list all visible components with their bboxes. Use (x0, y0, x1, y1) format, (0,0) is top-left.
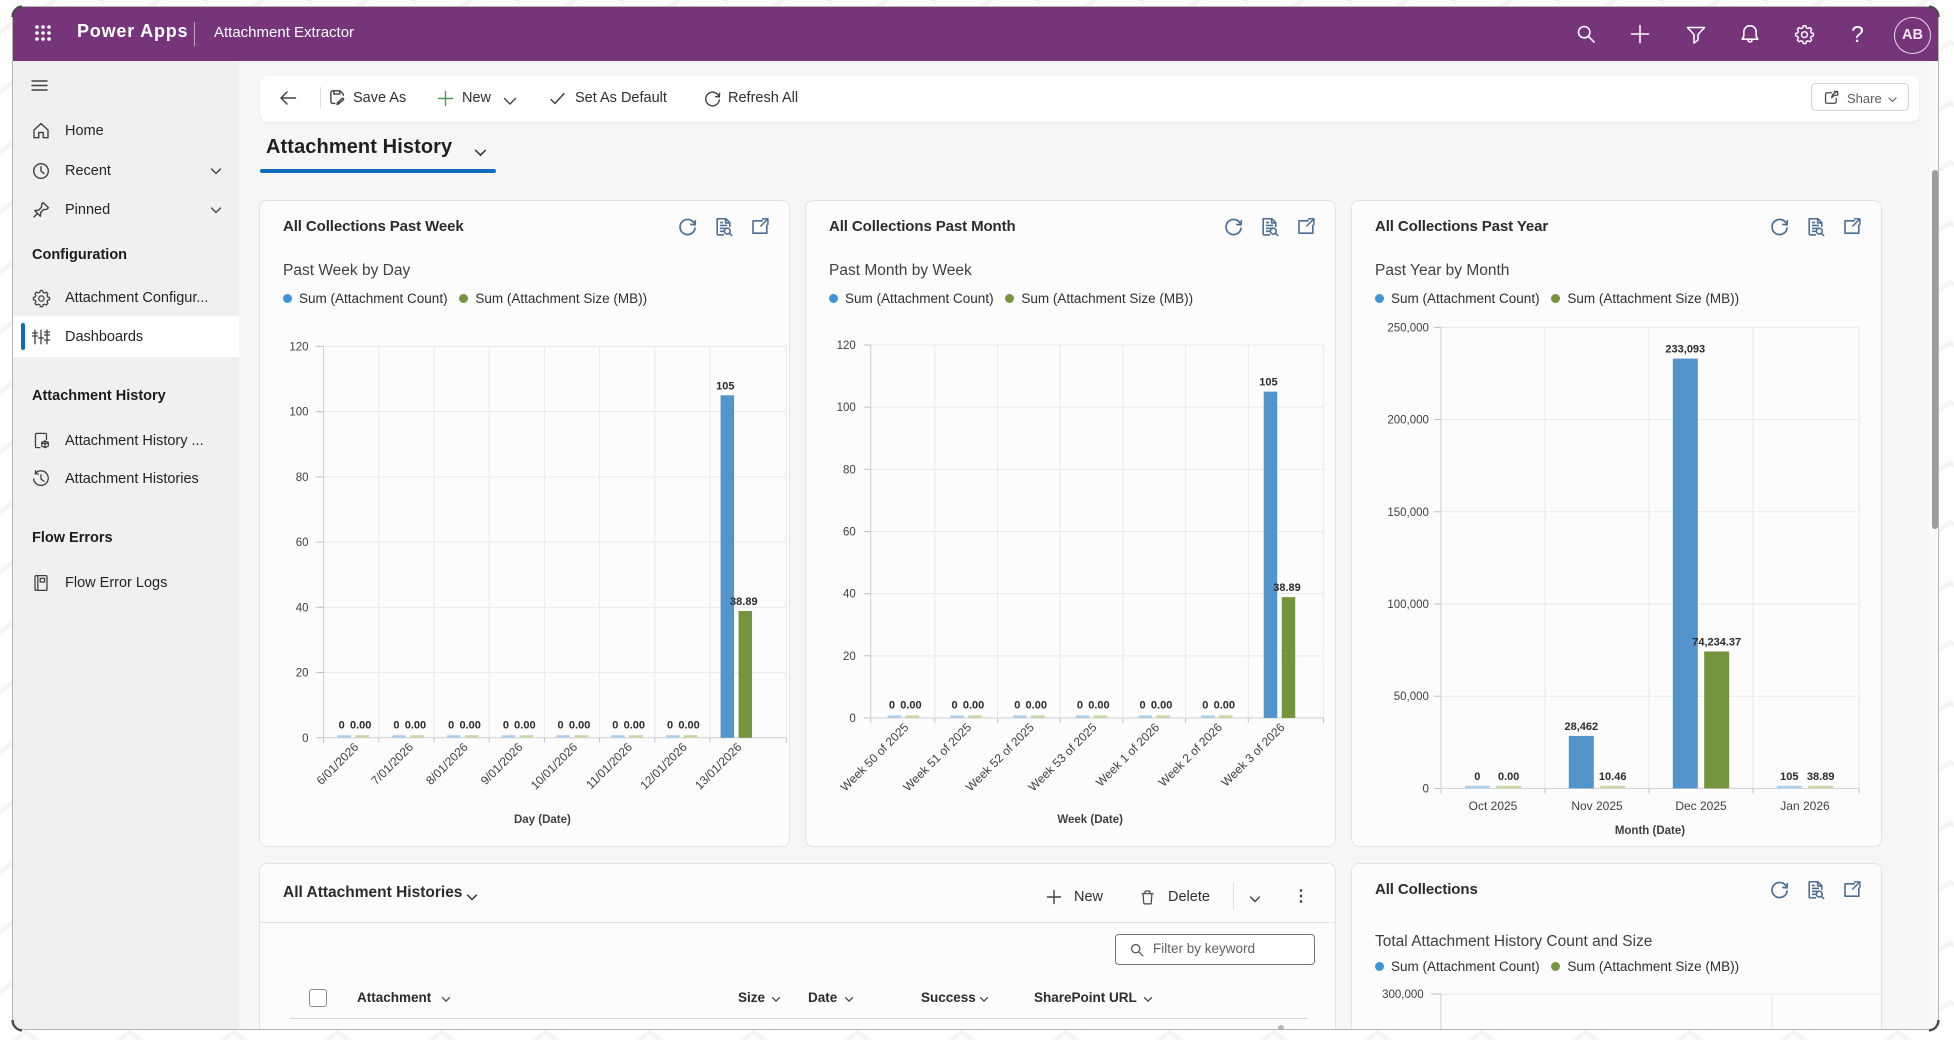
svg-text:0: 0 (1014, 700, 1020, 712)
svg-text:12/01/2026: 12/01/2026 (637, 740, 690, 793)
svg-text:0.00: 0.00 (1026, 700, 1047, 712)
svg-text:Day (Date): Day (Date) (514, 814, 571, 826)
svg-text:8/01/2026: 8/01/2026 (423, 740, 471, 788)
svg-text:40: 40 (296, 602, 309, 614)
svg-text:80: 80 (843, 464, 856, 476)
svg-text:200,000: 200,000 (1387, 415, 1429, 427)
svg-text:Week 53 of 2025: Week 53 of 2025 (1026, 720, 1100, 794)
svg-text:11/01/2026: 11/01/2026 (583, 740, 635, 792)
svg-text:20: 20 (843, 651, 856, 663)
svg-text:0.00: 0.00 (1151, 700, 1172, 712)
svg-text:0.00: 0.00 (514, 719, 535, 731)
svg-text:0.00: 0.00 (350, 719, 371, 731)
svg-text:Week (Date): Week (Date) (1057, 814, 1123, 826)
svg-text:Month (Date): Month (Date) (1615, 825, 1685, 837)
svg-text:40: 40 (843, 589, 856, 601)
svg-text:0: 0 (558, 719, 564, 731)
svg-text:0: 0 (889, 700, 895, 712)
svg-text:0.00: 0.00 (624, 719, 645, 731)
svg-text:Nov 2025: Nov 2025 (1571, 799, 1623, 813)
svg-text:38.89: 38.89 (730, 596, 758, 608)
svg-text:Jan 2026: Jan 2026 (1780, 799, 1830, 813)
svg-text:300,000: 300,000 (1382, 989, 1424, 1001)
svg-text:0: 0 (1474, 771, 1480, 783)
svg-text:0.00: 0.00 (569, 719, 590, 731)
svg-text:9/01/2026: 9/01/2026 (478, 740, 526, 788)
svg-text:T: T (1934, 1036, 1948, 1040)
svg-text:Week 2 of 2026: Week 2 of 2026 (1156, 720, 1225, 789)
svg-text:105: 105 (1259, 377, 1277, 389)
svg-text:0.00: 0.00 (1088, 700, 1109, 712)
svg-text:0: 0 (849, 713, 855, 725)
svg-text:Dec 2025: Dec 2025 (1675, 799, 1727, 813)
svg-text:38.89: 38.89 (1273, 582, 1301, 594)
svg-text:105: 105 (716, 380, 734, 392)
svg-text:0.00: 0.00 (405, 719, 426, 731)
svg-text:6/01/2026: 6/01/2026 (314, 740, 362, 788)
svg-text:Oct 2025: Oct 2025 (1469, 799, 1518, 813)
svg-text:233,093: 233,093 (1665, 344, 1705, 356)
svg-text:60: 60 (843, 526, 856, 538)
svg-text:0.00: 0.00 (678, 719, 699, 731)
svg-text:0.00: 0.00 (1214, 700, 1235, 712)
svg-text:0: 0 (1140, 700, 1146, 712)
svg-text:0: 0 (952, 700, 958, 712)
svg-text:0.00: 0.00 (900, 700, 921, 712)
svg-text:0: 0 (448, 719, 454, 731)
svg-text:10.46: 10.46 (1599, 771, 1627, 783)
svg-text:New Record: New Record (1757, 1036, 1884, 1040)
svg-text:120: 120 (289, 341, 308, 353)
svg-text:80: 80 (296, 472, 309, 484)
svg-text:13/01/2026: 13/01/2026 (692, 740, 745, 793)
svg-text:0: 0 (612, 719, 618, 731)
svg-text:120: 120 (837, 340, 856, 352)
svg-text:28,462: 28,462 (1564, 721, 1598, 733)
svg-text:150,000: 150,000 (1387, 507, 1429, 519)
svg-text:105: 105 (1780, 771, 1798, 783)
svg-text:60: 60 (296, 537, 309, 549)
svg-text:0: 0 (339, 719, 345, 731)
svg-text:50,000: 50,000 (1394, 691, 1429, 703)
svg-text:0: 0 (667, 719, 673, 731)
svg-text:100: 100 (289, 407, 308, 419)
svg-text:0: 0 (1422, 783, 1428, 795)
svg-text:0: 0 (1202, 700, 1208, 712)
svg-text:20: 20 (296, 668, 309, 680)
svg-text:100,000: 100,000 (1387, 599, 1429, 611)
svg-text:10/01/2026: 10/01/2026 (528, 740, 581, 793)
svg-text:0: 0 (393, 719, 399, 731)
svg-text:Week 1 of 2026: Week 1 of 2026 (1093, 720, 1162, 789)
svg-text:100: 100 (837, 402, 856, 414)
svg-text:7/01/2026: 7/01/2026 (368, 740, 416, 788)
svg-text:0.00: 0.00 (1498, 771, 1519, 783)
svg-text:74,234.37: 74,234.37 (1692, 637, 1741, 649)
svg-text:0: 0 (503, 719, 509, 731)
svg-text:0.00: 0.00 (963, 700, 984, 712)
svg-text:38.89: 38.89 (1807, 771, 1835, 783)
svg-text:Week 3 of 2026: Week 3 of 2026 (1218, 720, 1287, 789)
svg-text:0: 0 (1077, 700, 1083, 712)
svg-text:250,000: 250,000 (1387, 322, 1429, 334)
svg-text:0.00: 0.00 (459, 719, 480, 731)
svg-text:0: 0 (302, 733, 308, 745)
